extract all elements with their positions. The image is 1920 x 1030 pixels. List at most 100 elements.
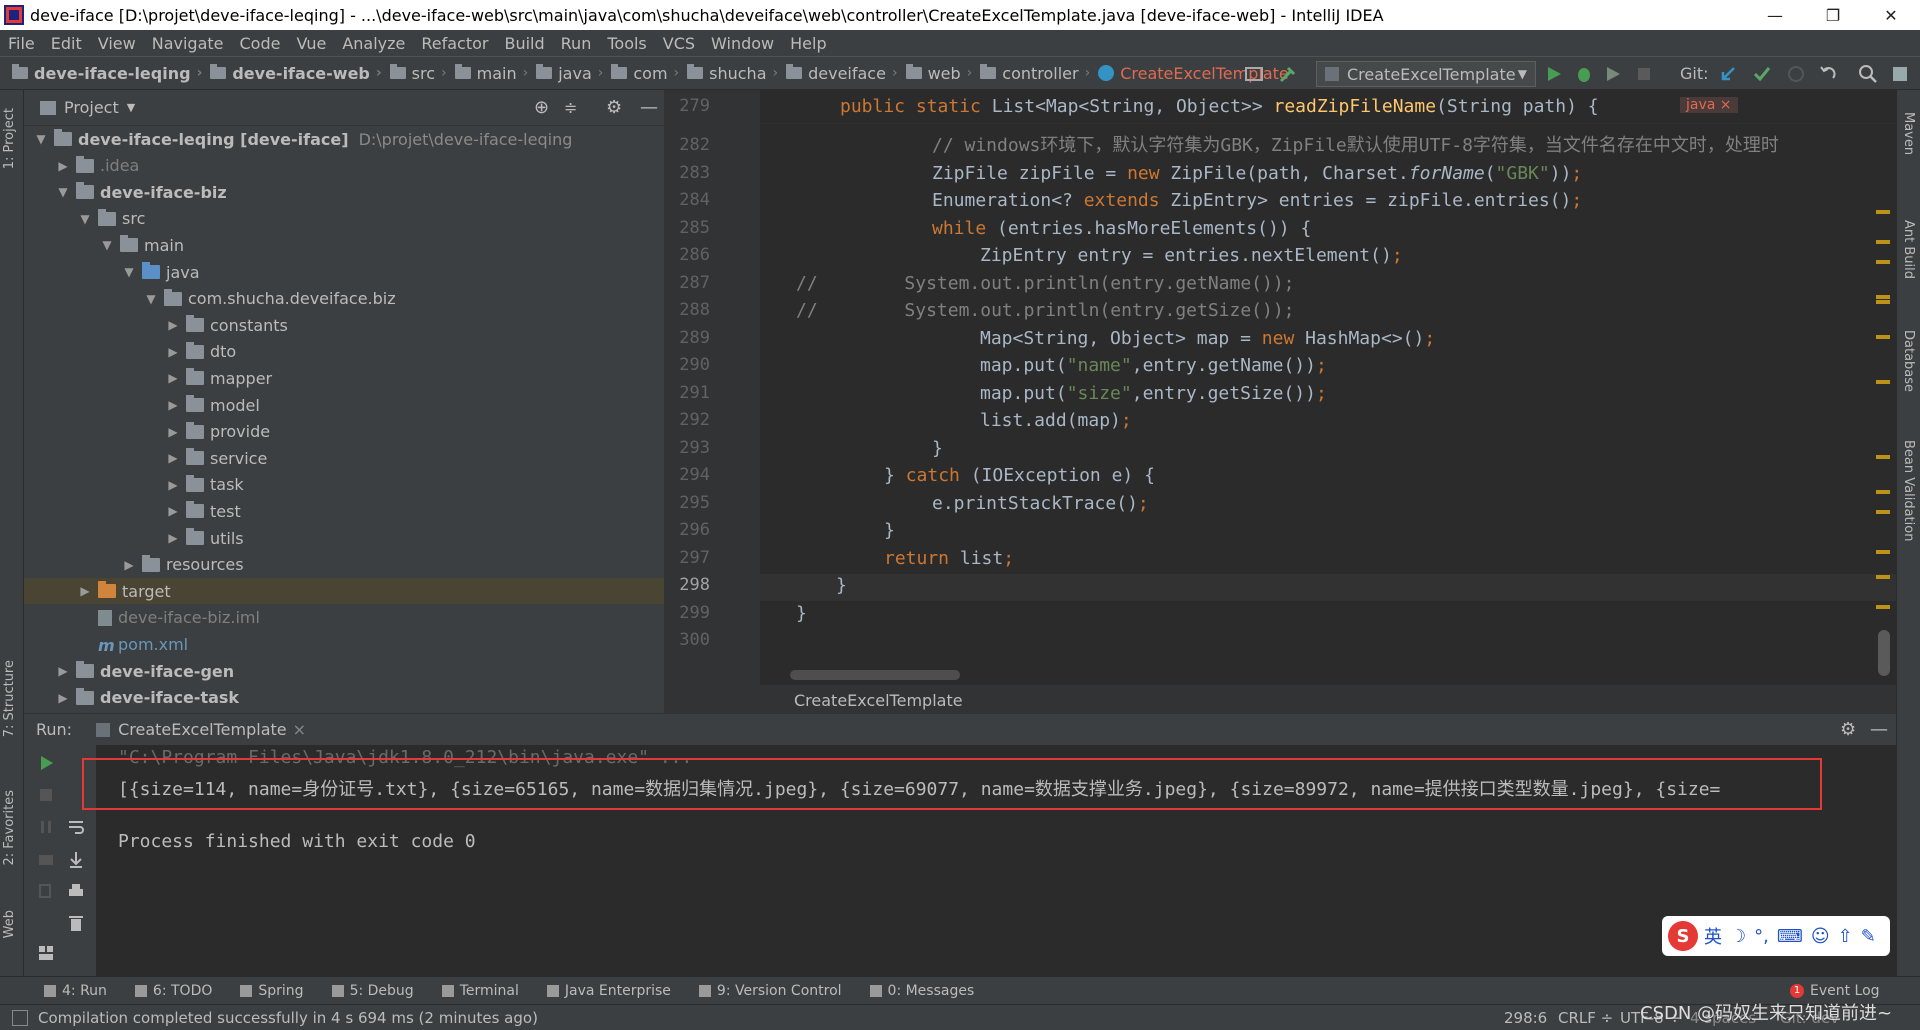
warning-marker[interactable]	[1876, 575, 1890, 579]
tree-item[interactable]: ▼ src	[24, 206, 664, 232]
tree-item[interactable]: ▶ resources	[24, 552, 664, 578]
tree-item[interactable]: ▼ main	[24, 232, 664, 258]
tree-item[interactable]: deve-iface-biz.iml	[24, 605, 664, 631]
debug-icon[interactable]	[1574, 64, 1594, 84]
menu-item-edit[interactable]: Edit	[43, 34, 90, 53]
collapsed-arrow-icon[interactable]: ▶	[166, 345, 180, 359]
exit-icon[interactable]	[36, 881, 56, 901]
warning-marker[interactable]	[1876, 510, 1890, 514]
hide-panel-icon[interactable]: —	[640, 97, 658, 118]
tree-item[interactable]: ▼ java	[24, 259, 664, 285]
breadcrumb-item[interactable]: deve-iface-leqing ›	[8, 64, 206, 83]
bottom-tab[interactable]: 6: TODO	[121, 983, 226, 999]
warning-marker[interactable]	[1876, 490, 1890, 494]
bottom-tab[interactable]: Spring	[226, 983, 317, 999]
event-log[interactable]: 1 Event Log	[1790, 983, 1880, 999]
tree-item[interactable]: ▶ mapper	[24, 365, 664, 391]
favorites-tool-tab[interactable]: 2: Favorites	[2, 790, 17, 866]
bottom-tab[interactable]: 9: Version Control	[685, 983, 856, 999]
minimize-button[interactable]: —	[1746, 0, 1804, 30]
tree-item[interactable]: ▼ deve-iface-biz	[24, 179, 664, 205]
search-icon[interactable]	[1858, 64, 1878, 84]
breadcrumb-item[interactable]: src ›	[386, 64, 451, 83]
editor-tab-java[interactable]: java ×	[1680, 97, 1738, 113]
warning-marker[interactable]	[1876, 550, 1890, 554]
breadcrumb-item[interactable]: com ›	[607, 64, 683, 83]
upload-icon[interactable]: ⇧	[1838, 926, 1853, 947]
warning-marker[interactable]	[1876, 210, 1890, 214]
tree-item[interactable]: m pom.xml	[24, 631, 664, 657]
history-icon[interactable]	[1786, 64, 1806, 84]
bean-validation-tool-tab[interactable]: Bean Validation	[1901, 440, 1916, 541]
warning-marker[interactable]	[1876, 335, 1890, 339]
tree-item[interactable]: ▶ deve-iface-gen	[24, 658, 664, 684]
run-tab[interactable]: CreateExcelTemplate ×	[96, 720, 306, 739]
collapsed-arrow-icon[interactable]: ▶	[166, 398, 180, 412]
restore-button[interactable]: ❐	[1804, 0, 1862, 30]
expanded-arrow-icon[interactable]: ▼	[56, 185, 70, 199]
breadcrumb-item[interactable]: java ›	[532, 64, 607, 83]
menu-item-file[interactable]: File	[0, 34, 43, 53]
expanded-arrow-icon[interactable]: ▼	[144, 292, 158, 306]
expanded-arrow-icon[interactable]: ▼	[34, 132, 48, 146]
expanded-arrow-icon[interactable]: ▼	[122, 265, 136, 279]
tree-item[interactable]: ▶ .idea	[24, 153, 664, 179]
bottom-tab[interactable]: 4: Run	[30, 983, 121, 999]
collapsed-arrow-icon[interactable]: ▶	[166, 451, 180, 465]
warning-marker[interactable]	[1876, 295, 1890, 299]
keyboard-icon[interactable]: ⌨	[1777, 926, 1803, 947]
status-icon[interactable]	[12, 1009, 28, 1026]
collapsed-arrow-icon[interactable]: ▶	[166, 478, 180, 492]
tree-item[interactable]: ▶ provide	[24, 419, 664, 445]
bottom-tab[interactable]: 0: Messages	[856, 983, 989, 999]
maven-tool-tab[interactable]: Maven	[1901, 112, 1916, 155]
expanded-arrow-icon[interactable]: ▼	[100, 238, 114, 252]
warning-marker[interactable]	[1876, 380, 1890, 384]
breadcrumb-item[interactable]: controller ›	[976, 64, 1094, 83]
build-hammer-icon[interactable]	[1278, 64, 1298, 84]
menu-item-view[interactable]: View	[90, 34, 144, 53]
layout-icon[interactable]	[1244, 64, 1264, 84]
moon-icon[interactable]: ☽	[1730, 926, 1746, 947]
ime-toolbar[interactable]: S 英 ☽ °, ⌨ ☺ ⇧ ✎	[1662, 916, 1890, 956]
stop-icon[interactable]	[1634, 64, 1654, 84]
bottom-tab[interactable]: 5: Debug	[318, 983, 428, 999]
collapsed-arrow-icon[interactable]: ▶	[166, 504, 180, 518]
revert-icon[interactable]	[1818, 64, 1838, 84]
pause-icon[interactable]	[36, 817, 56, 837]
project-structure-icon[interactable]	[1890, 64, 1910, 84]
expanded-arrow-icon[interactable]: ▼	[78, 212, 92, 226]
tree-item[interactable]: ▶ target	[24, 578, 664, 605]
punctuation-icon[interactable]: °,	[1754, 926, 1769, 947]
collapsed-arrow-icon[interactable]: ▶	[56, 691, 70, 705]
chevron-down-icon[interactable]: ▼	[127, 101, 135, 114]
menu-item-navigate[interactable]: Navigate	[144, 34, 232, 53]
tree-item[interactable]: ▶ utils	[24, 525, 664, 551]
tree-item[interactable]: ▶ task	[24, 472, 664, 498]
breadcrumb-item[interactable]: main ›	[451, 64, 533, 83]
warning-marker[interactable]	[1876, 300, 1890, 304]
menu-item-refactor[interactable]: Refactor	[413, 34, 496, 53]
warning-marker[interactable]	[1876, 455, 1890, 459]
tree-item[interactable]: ▶ service	[24, 445, 664, 471]
tree-item[interactable]: ▶ model	[24, 392, 664, 418]
structure-tool-tab[interactable]: 7: Structure	[2, 660, 17, 737]
rerun-icon[interactable]	[36, 753, 56, 773]
soft-wrap-icon[interactable]	[66, 817, 86, 837]
print-icon[interactable]	[66, 881, 86, 901]
collapsed-arrow-icon[interactable]: ▶	[166, 425, 180, 439]
collapsed-arrow-icon[interactable]: ▶	[166, 371, 180, 385]
horizontal-scrollbar[interactable]	[790, 670, 960, 680]
gear-icon[interactable]: ⚙	[606, 97, 622, 118]
warning-marker[interactable]	[1876, 240, 1890, 244]
tree-item[interactable]: ▶ constants	[24, 312, 664, 338]
tree-item[interactable]: ▶ test	[24, 498, 664, 524]
run-icon[interactable]	[1544, 64, 1564, 84]
tree-item[interactable]: ▶ deve-iface-task	[24, 685, 664, 711]
breadcrumb-item[interactable]: web ›	[902, 64, 977, 83]
warning-marker[interactable]	[1876, 260, 1890, 264]
trash-icon[interactable]	[66, 913, 86, 933]
caret-position[interactable]: 298:6	[1504, 1009, 1547, 1027]
bottom-tab[interactable]: Terminal	[428, 983, 533, 999]
layout-icon[interactable]	[36, 943, 56, 963]
